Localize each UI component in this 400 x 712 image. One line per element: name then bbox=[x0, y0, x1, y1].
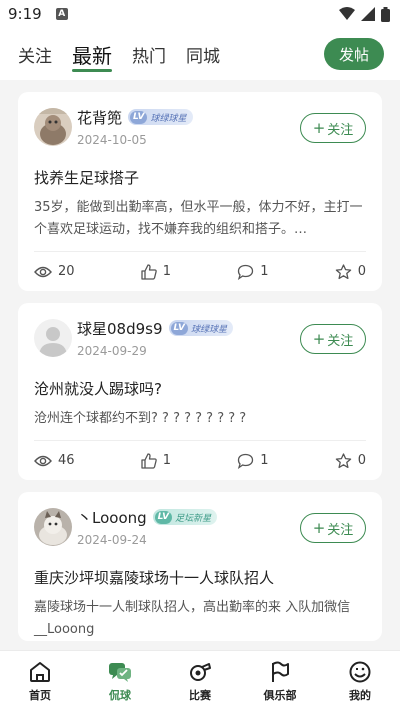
post-date: 2024-10-05 bbox=[77, 133, 147, 147]
avatar[interactable] bbox=[34, 508, 72, 546]
nav-chat[interactable]: 侃球 bbox=[85, 660, 155, 703]
nav-label: 我的 bbox=[349, 689, 371, 702]
notification-icon: A bbox=[55, 8, 68, 20]
follow-label: 关注 bbox=[327, 333, 354, 349]
comment-button[interactable]: 1 bbox=[237, 453, 269, 469]
level-text: 球绿球星 bbox=[150, 113, 187, 124]
comments-count: 1 bbox=[260, 264, 269, 279]
level-badge: LV 足坛新星 bbox=[152, 509, 218, 525]
chat-icon bbox=[109, 663, 131, 682]
comment-icon bbox=[238, 264, 254, 280]
plus-icon: + bbox=[312, 119, 326, 137]
level-icon: LV bbox=[154, 510, 173, 524]
wifi-icon bbox=[339, 7, 355, 20]
post-card[interactable]: 球星08d9s9 LV 球绿球星 2024-09-29 + 关注 沧州就没人踢球… bbox=[18, 303, 382, 480]
level-icon: LV bbox=[170, 321, 188, 335]
level-icon: LV bbox=[130, 110, 148, 124]
whistle-icon bbox=[190, 663, 211, 681]
post-body[interactable]: 35岁，能做到出勤率高，但水平一般，体力不好，主打一个喜欢足球运动，找不嫌弃我的… bbox=[34, 197, 366, 241]
tab-latest[interactable]: 最新 bbox=[72, 40, 112, 72]
post-actions: 46 1 1 0 bbox=[34, 440, 366, 480]
nav-label: 侃球 bbox=[109, 689, 131, 702]
post-date: 2024-09-29 bbox=[77, 344, 147, 358]
like-button[interactable]: 1 bbox=[141, 452, 172, 469]
star-icon bbox=[335, 452, 351, 468]
tab-hot[interactable]: 热门 bbox=[132, 42, 166, 67]
nav-profile[interactable]: 我的 bbox=[325, 660, 395, 703]
post-feed[interactable]: 花背篼 LV 球绿球星 2024-10-05 + 关注 找养生足球搭子 35岁，… bbox=[0, 80, 400, 650]
nav-match[interactable]: 比赛 bbox=[165, 660, 235, 703]
username[interactable]: 球星08d9s9 bbox=[77, 318, 163, 339]
post-actions: 20 1 1 0 bbox=[34, 251, 366, 291]
favorite-button[interactable]: 0 bbox=[335, 263, 366, 280]
post-body[interactable]: 嘉陵球场十一人制球队招人，高出勤率的来 入队加微信__Looong bbox=[34, 597, 366, 641]
comment-icon bbox=[238, 453, 254, 469]
home-icon bbox=[30, 662, 50, 682]
avatar[interactable] bbox=[34, 108, 72, 146]
views-stat: 46 bbox=[34, 453, 75, 468]
views-count: 20 bbox=[58, 264, 75, 279]
nav-club[interactable]: 俱乐部 bbox=[245, 660, 315, 703]
follow-button[interactable]: + 关注 bbox=[300, 324, 366, 354]
comments-count: 1 bbox=[260, 453, 269, 468]
follow-label: 关注 bbox=[327, 122, 354, 138]
follow-button[interactable]: + 关注 bbox=[300, 513, 366, 543]
eye-icon bbox=[34, 455, 52, 466]
nav-label: 俱乐部 bbox=[263, 689, 297, 702]
nav-label: 比赛 bbox=[189, 689, 211, 702]
profile-icon bbox=[349, 661, 371, 683]
flag-icon bbox=[272, 661, 289, 682]
post-date: 2024-09-24 bbox=[77, 533, 147, 547]
plus-icon: + bbox=[312, 330, 326, 348]
post-card[interactable]: 丶Looong LV 足坛新星 2024-09-24 + 关注 重庆沙坪坝嘉陵球… bbox=[18, 492, 382, 641]
status-icons bbox=[339, 6, 390, 22]
comment-button[interactable]: 1 bbox=[237, 264, 269, 280]
favorite-button[interactable]: 0 bbox=[335, 452, 366, 469]
nav-home[interactable]: 首页 bbox=[5, 660, 75, 703]
post-button[interactable]: 发帖 bbox=[324, 38, 384, 70]
follow-button[interactable]: + 关注 bbox=[300, 113, 366, 143]
status-bar: 9:19 A bbox=[0, 0, 400, 28]
top-tab-bar: 关注 最新 热门 同城 发帖 bbox=[0, 28, 400, 80]
tab-following[interactable]: 关注 bbox=[18, 42, 52, 67]
likes-count: 1 bbox=[162, 453, 172, 468]
star-icon bbox=[335, 263, 351, 279]
thumbs-up-icon bbox=[141, 452, 157, 469]
eye-icon bbox=[34, 266, 52, 277]
likes-count: 1 bbox=[162, 264, 172, 279]
post-title[interactable]: 沧州就没人踢球吗? bbox=[34, 379, 366, 399]
post-card[interactable]: 花背篼 LV 球绿球星 2024-10-05 + 关注 找养生足球搭子 35岁，… bbox=[18, 92, 382, 291]
views-stat: 20 bbox=[34, 264, 75, 279]
username[interactable]: 花背篼 bbox=[77, 107, 122, 128]
follow-label: 关注 bbox=[327, 522, 354, 538]
level-badge: LV 球绿球星 bbox=[168, 320, 233, 336]
stars-count: 0 bbox=[357, 264, 366, 279]
plus-icon: + bbox=[312, 519, 326, 537]
level-text: 足坛新星 bbox=[175, 513, 212, 524]
stars-count: 0 bbox=[357, 453, 366, 468]
status-time: 9:19 bbox=[8, 5, 42, 23]
post-title[interactable]: 找养生足球搭子 bbox=[34, 168, 366, 188]
username[interactable]: 丶Looong bbox=[77, 507, 147, 528]
level-badge: LV 球绿球星 bbox=[128, 109, 193, 125]
nav-label: 首页 bbox=[29, 689, 51, 702]
like-button[interactable]: 1 bbox=[141, 263, 172, 280]
battery-icon bbox=[381, 6, 390, 22]
views-count: 46 bbox=[58, 453, 75, 468]
thumbs-up-icon bbox=[141, 263, 157, 280]
bottom-nav: 首页 侃球 比赛 俱乐部 我的 bbox=[0, 650, 400, 712]
tab-same-city[interactable]: 同城 bbox=[186, 42, 220, 67]
post-title[interactable]: 重庆沙坪坝嘉陵球场十一人球队招人 bbox=[34, 568, 366, 588]
signal-icon bbox=[361, 7, 375, 21]
level-text: 球绿球星 bbox=[190, 324, 227, 335]
post-body[interactable]: 沧州连个球都约不到? ? ? ? ? ? ? ? ? bbox=[34, 408, 366, 430]
avatar[interactable] bbox=[34, 319, 72, 357]
